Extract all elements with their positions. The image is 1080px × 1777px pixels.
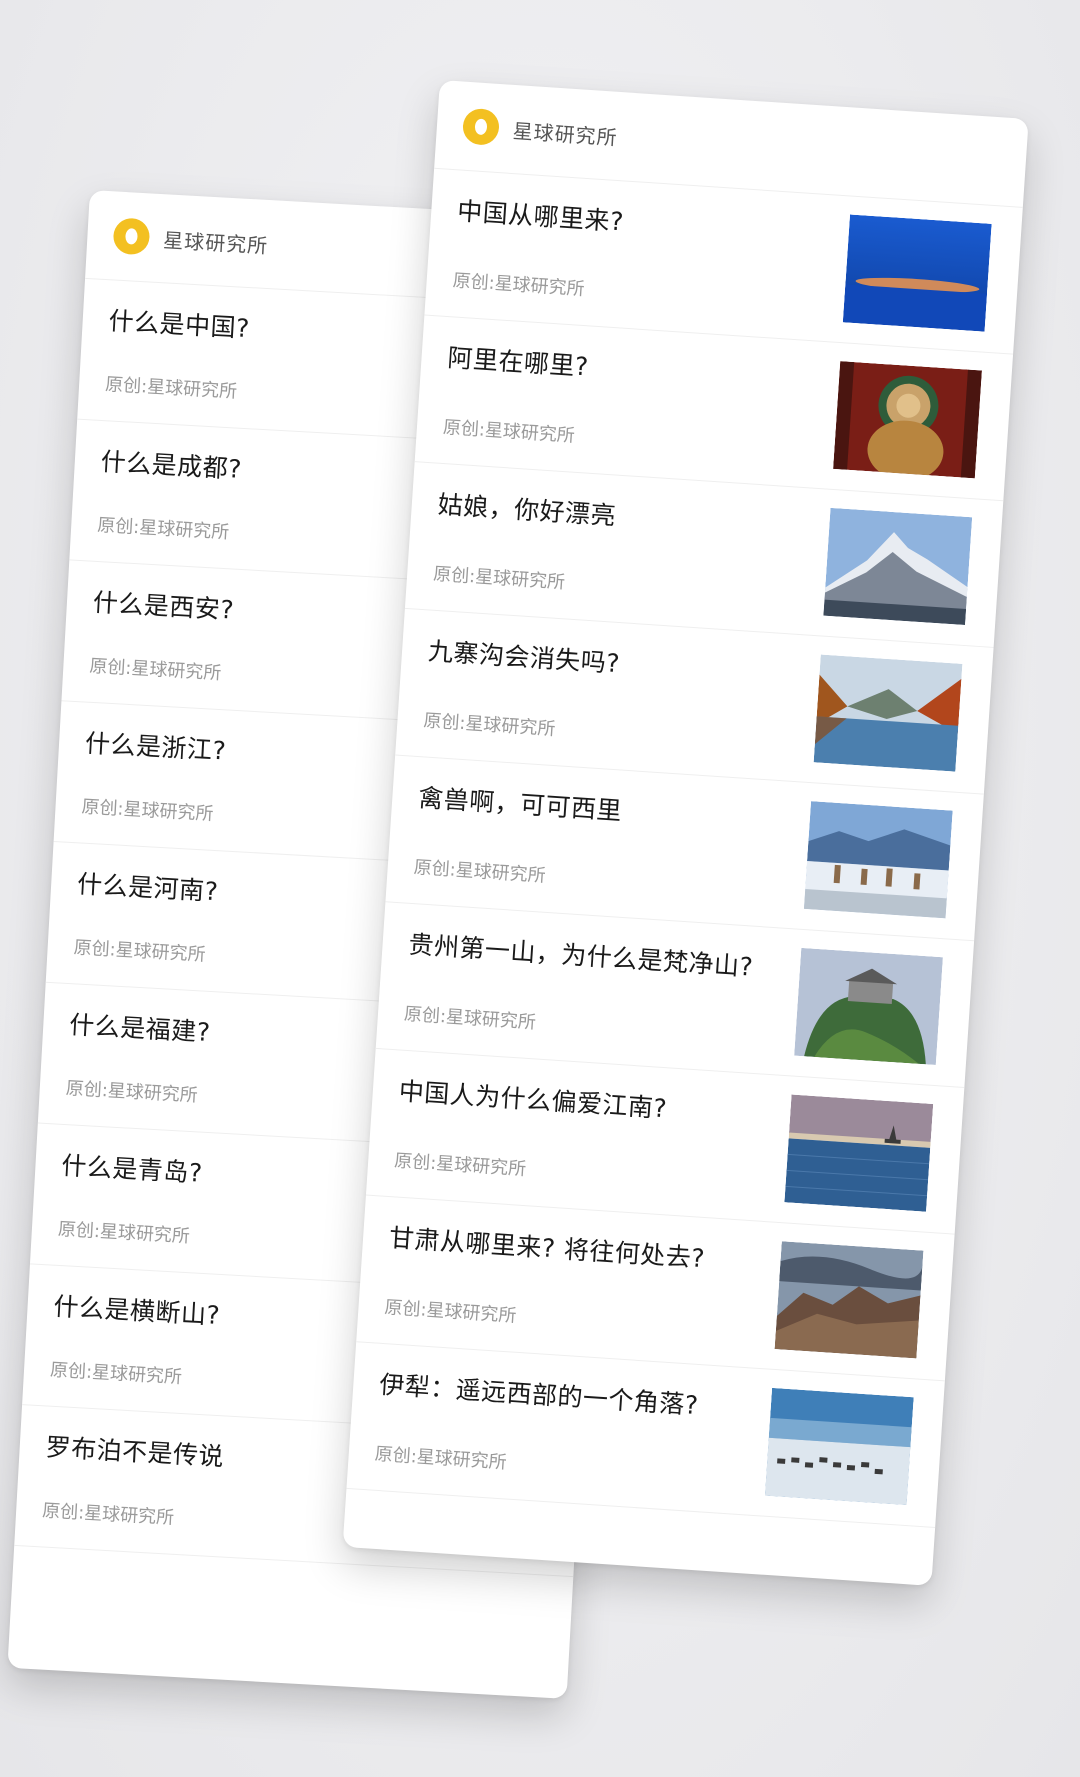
article-source: 原创:星球研究所 [432,563,566,594]
article-source: 原创:星球研究所 [104,374,238,403]
brand-logo-icon [461,107,501,146]
article-source: 原创:星球研究所 [374,1443,508,1474]
brand-name: 星球研究所 [512,118,619,150]
article-source: 原创:星球研究所 [383,1297,518,1327]
front-article-list-card: 星球研究所 中国从哪里来? 原创:星球研究所 阿里在哪里? 原创:星球研究所 姑… [342,80,1029,1586]
article-source: 原创:星球研究所 [41,1500,175,1529]
article-source: 原创:星球研究所 [49,1359,183,1388]
article-thumbnail [823,507,973,625]
brand-name: 星球研究所 [162,227,269,258]
article-source: 原创:星球研究所 [96,514,230,544]
article-source: 原创:星球研究所 [57,1218,191,1248]
article-thumbnail [803,801,953,919]
article-thumbnail [764,1387,914,1506]
article-thumbnail [833,361,982,479]
article-thumbnail [813,654,963,772]
article-thumbnail [774,1241,924,1359]
article-source: 原创:星球研究所 [413,857,547,887]
article-thumbnail [842,214,992,332]
article-thumbnail [784,1094,934,1212]
article-source: 原创:星球研究所 [393,1150,527,1181]
article-source: 原创:星球研究所 [88,655,222,685]
article-source: 原创:星球研究所 [442,416,576,447]
article-source: 原创:星球研究所 [452,270,586,301]
article-source: 原创:星球研究所 [65,1078,199,1107]
brand-logo-icon [112,217,151,256]
article-source: 原创:星球研究所 [73,937,207,966]
stage: 星球研究所 什么是中国? 原创:星球研究所 什么是成都? 原创:星球研究所 什么… [0,0,1080,1777]
article-source: 原创:星球研究所 [422,710,556,741]
article-source: 原创:星球研究所 [403,1003,537,1034]
article-source: 原创:星球研究所 [80,796,215,825]
article-thumbnail [794,947,943,1066]
